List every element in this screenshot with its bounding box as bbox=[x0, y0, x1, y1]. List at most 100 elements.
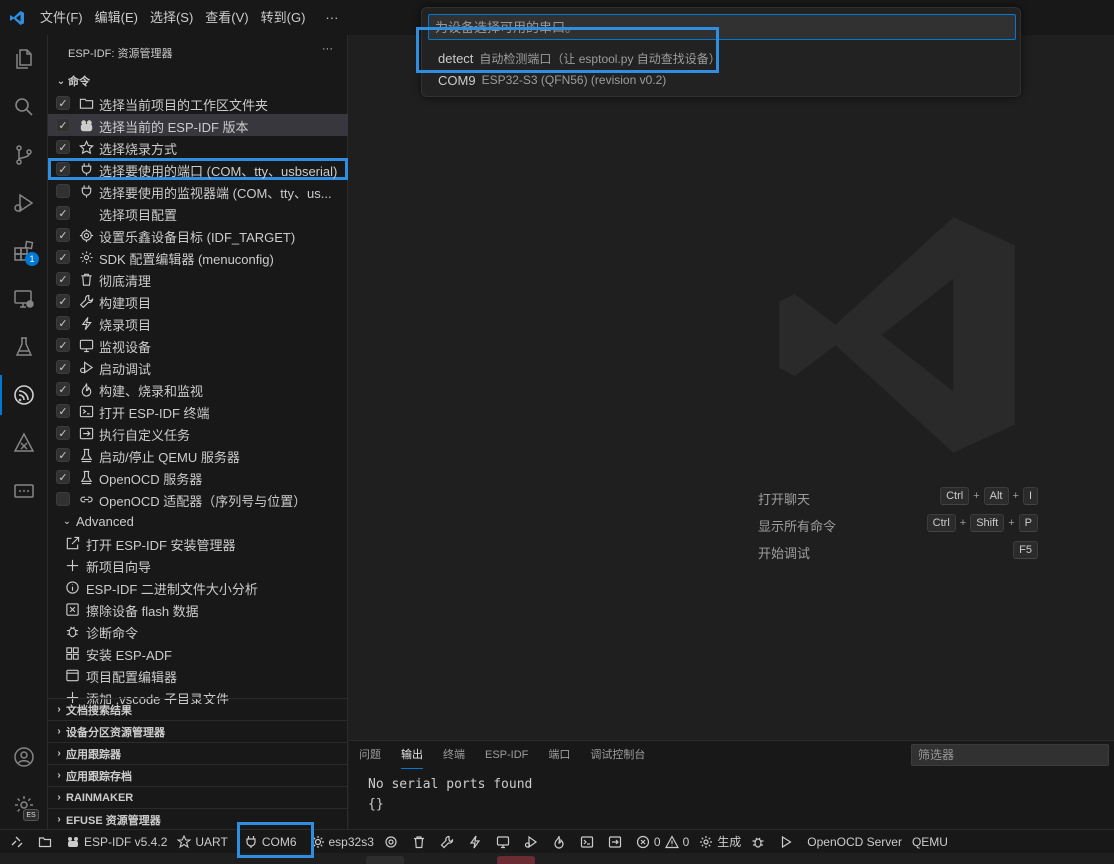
sidebar-more-button[interactable]: ··· bbox=[322, 43, 333, 55]
run-play-icon[interactable] bbox=[774, 830, 802, 854]
remote-indicator-icon[interactable] bbox=[0, 830, 33, 854]
command-item[interactable]: ✓ 彻底清理 bbox=[48, 268, 348, 290]
advanced-item[interactable]: ESP-IDF 二进制文件大小分析 bbox=[48, 576, 348, 598]
tab-problems[interactable]: 问题 bbox=[349, 742, 391, 768]
command-item[interactable]: ✓ 选择烧录方式 bbox=[48, 136, 348, 158]
tab-ports[interactable]: 端口 bbox=[538, 742, 580, 768]
command-item[interactable]: ✓ 选择当前项目的工作区文件夹 bbox=[48, 92, 348, 114]
command-item[interactable]: OpenOCD 适配器（序列号与位置） bbox=[48, 488, 348, 510]
collapsed-section[interactable]: › 应用跟踪存档 bbox=[48, 764, 348, 786]
flash-method-button[interactable]: UART bbox=[172, 830, 232, 854]
command-checkbox[interactable]: ✓ bbox=[56, 470, 70, 484]
quick-pick-input[interactable] bbox=[428, 14, 1016, 40]
advanced-item[interactable]: 安装 ESP-ADF bbox=[48, 642, 348, 664]
command-checkbox[interactable]: ✓ bbox=[56, 404, 70, 418]
idf-tools-icon[interactable] bbox=[0, 419, 48, 467]
collapsed-section[interactable]: › 应用跟踪器 bbox=[48, 742, 348, 764]
command-item[interactable]: ✓ 构建项目 bbox=[48, 290, 348, 312]
command-checkbox[interactable]: ✓ bbox=[56, 294, 70, 308]
problems-indicator[interactable]: 0 0 bbox=[631, 830, 694, 854]
welcome-shortcut[interactable]: 显示所有命令 Ctrl + Shift + P bbox=[758, 512, 1038, 539]
advanced-item[interactable]: 诊断命令 bbox=[48, 620, 348, 642]
command-item[interactable]: ✓ 监视设备 bbox=[48, 334, 348, 356]
menu-go[interactable]: 转到(G) bbox=[255, 0, 312, 35]
command-item[interactable]: ✓ SDK 配置编辑器 (menuconfig) bbox=[48, 246, 348, 268]
menu-file[interactable]: 文件(F) bbox=[34, 0, 89, 35]
build-wrench-icon[interactable] bbox=[435, 830, 463, 854]
command-checkbox[interactable]: ✓ bbox=[56, 96, 70, 110]
collapsed-section[interactable]: › EFUSE 资源管理器 bbox=[48, 808, 348, 830]
command-item[interactable]: ✓ 设置乐鑫设备目标 (IDF_TARGET) bbox=[48, 224, 348, 246]
quick-pick-item-detect[interactable]: detect 自动检测端口（让 esptool.py 自动查找设备） bbox=[422, 47, 1022, 69]
workspace-folder-icon[interactable] bbox=[33, 830, 61, 854]
welcome-shortcut[interactable]: 打开聊天 Ctrl + Alt + I bbox=[758, 485, 1038, 512]
debug-icon[interactable] bbox=[519, 830, 547, 854]
command-checkbox[interactable]: ✓ bbox=[56, 228, 70, 242]
extensions-icon[interactable]: 1 bbox=[0, 227, 48, 275]
advanced-item[interactable]: 擦除设备 flash 数据 bbox=[48, 598, 348, 620]
port-button[interactable]: COM6 bbox=[239, 830, 302, 854]
run-debug-icon[interactable] bbox=[0, 179, 48, 227]
tab-output[interactable]: 输出 bbox=[391, 742, 433, 769]
collapsed-section[interactable]: › RAINMAKER bbox=[48, 786, 348, 808]
search-icon[interactable] bbox=[0, 83, 48, 131]
tab-terminal[interactable]: 终端 bbox=[433, 742, 475, 768]
account-icon[interactable] bbox=[0, 733, 48, 781]
settings-gear-icon[interactable]: ES bbox=[0, 781, 48, 829]
output-filter-input[interactable] bbox=[911, 744, 1109, 766]
command-checkbox[interactable] bbox=[56, 492, 70, 506]
qemu-button[interactable]: QEMU bbox=[907, 830, 953, 854]
commands-section-header[interactable]: ⌄ 命令 bbox=[48, 70, 347, 92]
full-clean-trash-icon[interactable] bbox=[407, 830, 435, 854]
command-checkbox[interactable]: ✓ bbox=[56, 448, 70, 462]
menu-more[interactable]: ··· bbox=[311, 0, 344, 35]
espressif-icon[interactable] bbox=[0, 371, 48, 419]
sdkconfig-gear-icon[interactable] bbox=[379, 830, 407, 854]
command-item[interactable]: ✓ 构建、烧录和监视 bbox=[48, 378, 348, 400]
idf-version-button[interactable]: ESP-IDF v5.4.2 bbox=[61, 830, 172, 854]
quick-pick-item-com9[interactable]: COM9 ESP32-S3 (QFN56) (revision v0.2) bbox=[422, 69, 1022, 91]
custom-task-icon[interactable] bbox=[603, 830, 631, 854]
tab-esp-idf[interactable]: ESP-IDF bbox=[475, 742, 538, 768]
source-control-icon[interactable] bbox=[0, 131, 48, 179]
tab-debug-console[interactable]: 调试控制台 bbox=[580, 742, 655, 768]
command-item[interactable]: 选择要使用的监视器端 (COM、tty、us... bbox=[48, 180, 348, 202]
command-item[interactable]: ✓ 选择要使用的端口 (COM、tty、usbserial) bbox=[48, 158, 348, 180]
command-item[interactable]: ✓ 执行自定义任务 bbox=[48, 422, 348, 444]
welcome-shortcut[interactable]: 开始调试 F5 bbox=[758, 539, 1038, 566]
advanced-item[interactable]: 打开 ESP-IDF 安装管理器 bbox=[48, 532, 348, 554]
command-checkbox[interactable]: ✓ bbox=[56, 162, 70, 176]
command-item[interactable]: ✓ 打开 ESP-IDF 终端 bbox=[48, 400, 348, 422]
menu-edit[interactable]: 编辑(E) bbox=[89, 0, 144, 35]
command-item[interactable]: ✓ 选择项目配置 bbox=[48, 202, 348, 224]
command-item[interactable]: ✓ 启动/停止 QEMU 服务器 bbox=[48, 444, 348, 466]
build-button[interactable]: 生成 bbox=[694, 830, 746, 854]
menu-view[interactable]: 查看(V) bbox=[199, 0, 254, 35]
menu-selection[interactable]: 选择(S) bbox=[144, 0, 199, 35]
command-checkbox[interactable]: ✓ bbox=[56, 118, 70, 132]
openocd-server-button[interactable]: OpenOCD Server bbox=[802, 830, 907, 854]
advanced-item[interactable]: 项目配置编辑器 bbox=[48, 664, 348, 686]
serial-monitor-icon[interactable] bbox=[0, 467, 48, 515]
taskbar-item[interactable] bbox=[366, 856, 404, 864]
advanced-item[interactable]: 新项目向导 bbox=[48, 554, 348, 576]
collapsed-section[interactable]: › 文档搜索结果 bbox=[48, 698, 348, 720]
command-checkbox[interactable]: ✓ bbox=[56, 206, 70, 220]
command-item[interactable]: ✓ 烧录项目 bbox=[48, 312, 348, 334]
command-checkbox[interactable]: ✓ bbox=[56, 360, 70, 374]
testing-flask-icon[interactable] bbox=[0, 323, 48, 371]
command-item[interactable]: ✓ 选择当前的 ESP-IDF 版本 bbox=[48, 114, 348, 136]
command-checkbox[interactable]: ✓ bbox=[56, 316, 70, 330]
taskbar-item[interactable] bbox=[497, 856, 535, 864]
command-checkbox[interactable]: ✓ bbox=[56, 140, 70, 154]
diagnostics-bug-icon[interactable] bbox=[746, 830, 774, 854]
terminal-icon[interactable] bbox=[575, 830, 603, 854]
target-button[interactable]: esp32s3 bbox=[306, 830, 379, 854]
command-item[interactable]: ✓ 启动调试 bbox=[48, 356, 348, 378]
flash-lightning-icon[interactable] bbox=[463, 830, 491, 854]
advanced-group-header[interactable]: ⌄ Advanced bbox=[48, 510, 348, 532]
command-checkbox[interactable]: ✓ bbox=[56, 382, 70, 396]
command-checkbox[interactable]: ✓ bbox=[56, 250, 70, 264]
build-flash-monitor-flame-icon[interactable] bbox=[547, 830, 575, 854]
command-checkbox[interactable]: ✓ bbox=[56, 426, 70, 440]
